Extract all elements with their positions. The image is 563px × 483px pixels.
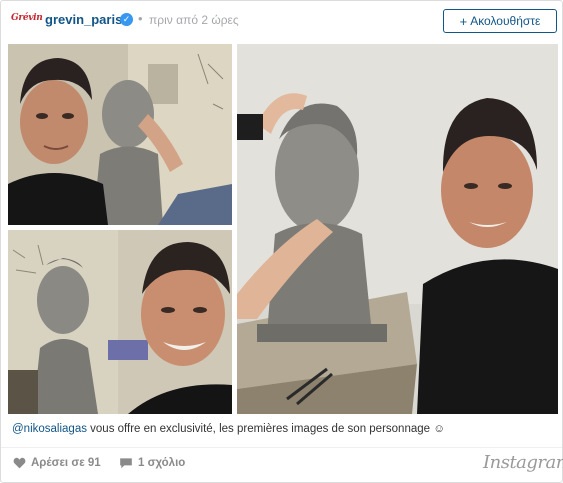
heart-icon (13, 457, 26, 469)
photo-man-posing-with-bust-image (237, 44, 558, 414)
photo-man-smiling-with-bust[interactable] (8, 230, 232, 414)
caption-text: vous offre en exclusivité, les premières… (86, 423, 445, 435)
instagram-embed-card: Grévin grevin_paris ✓ • πριν από 2 ώρες … (0, 0, 563, 483)
comment-bubble-icon (120, 458, 132, 469)
likes-label: Αρέσει σε 91 (31, 457, 101, 469)
photo-collage[interactable] (8, 44, 558, 414)
post-footer: Αρέσει σε 91 1 σχόλιο Instagram (1, 447, 563, 483)
post-caption: @nikosaliagas vous offre en exclusivité,… (12, 423, 557, 435)
profile-logo[interactable]: Grévin (11, 13, 43, 23)
verified-badge-icon: ✓ (120, 13, 133, 26)
photo-man-with-sculptor[interactable] (8, 44, 232, 225)
username-link[interactable]: grevin_paris (45, 12, 122, 27)
plus-icon: + (459, 13, 468, 29)
photo-man-smiling-with-bust-image (8, 230, 232, 414)
separator-dot: • (138, 11, 143, 26)
comments-count[interactable]: 1 σχόλιο (119, 457, 185, 469)
photo-man-posing-with-bust[interactable] (237, 44, 558, 414)
instagram-wordmark[interactable]: Instagram (483, 452, 563, 473)
follow-label: Ακολουθήστε (470, 14, 541, 28)
likes-count[interactable]: Αρέσει σε 91 (13, 457, 101, 469)
post-header: Grévin grevin_paris ✓ • πριν από 2 ώρες … (1, 1, 562, 41)
follow-button[interactable]: + Ακολουθήστε (443, 9, 557, 33)
comments-label: 1 σχόλιο (138, 457, 186, 469)
timestamp[interactable]: πριν από 2 ώρες (149, 13, 239, 27)
caption-mention-link[interactable]: @nikosaliagas (12, 423, 87, 435)
photo-man-with-sculptor-image (8, 44, 232, 225)
